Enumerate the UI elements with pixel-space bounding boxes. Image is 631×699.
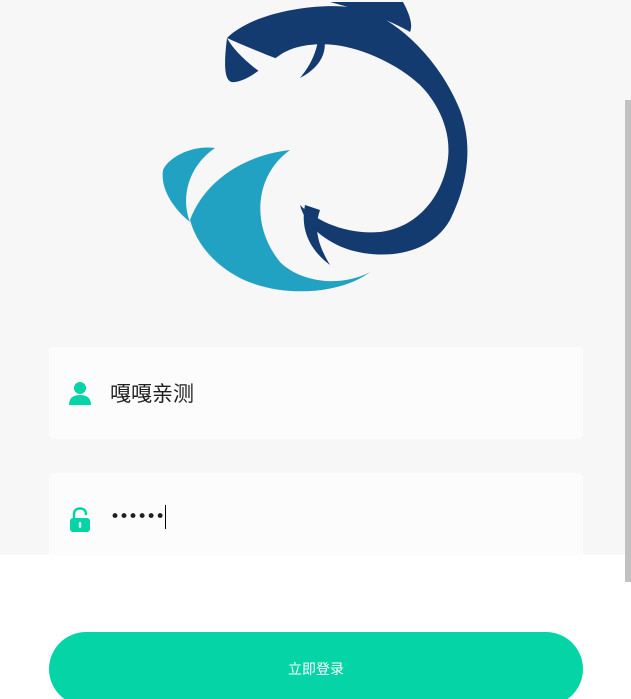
login-header-area [0,0,631,555]
password-field[interactable]: •••••• [49,473,583,563]
user-icon [69,382,91,405]
username-field[interactable]: 嘎嘎亲测 [49,347,583,439]
password-mask: •••••• [110,507,165,527]
password-value: •••••• [110,503,167,531]
login-button[interactable]: 立即登录 [49,632,583,699]
text-caret [165,505,167,529]
fish-eye [279,32,293,46]
fish-logo-icon [162,2,468,292]
login-page: 嘎嘎亲测 •••••• 立即登录 [0,0,631,699]
lock-icon [70,507,90,532]
wave-large [190,150,370,292]
page-scrollbar[interactable] [625,100,631,582]
username-value: 嘎嘎亲测 [110,382,194,406]
fish-body-shape [225,6,468,255]
